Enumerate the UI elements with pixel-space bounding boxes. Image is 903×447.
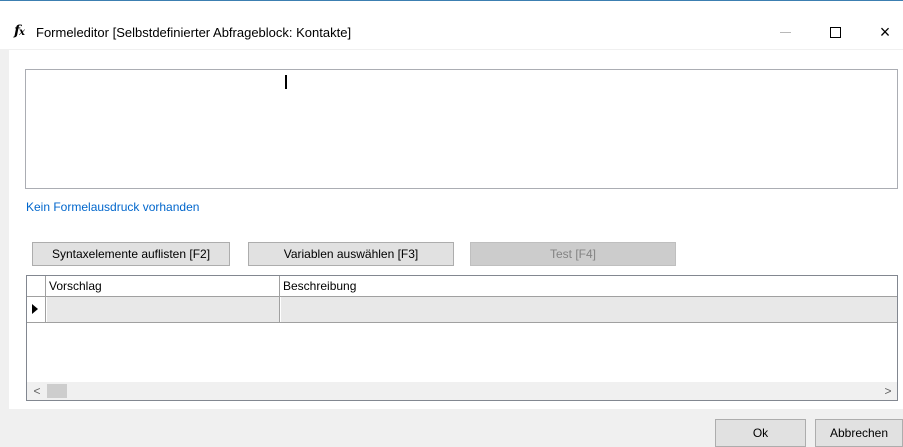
table-row[interactable] xyxy=(27,297,897,323)
ok-button[interactable]: Ok xyxy=(715,419,806,447)
cancel-button[interactable]: Abbrechen xyxy=(815,419,903,447)
test-button: Test [F4] xyxy=(470,242,676,266)
suggestion-grid[interactable]: Vorschlag Beschreibung < > xyxy=(26,275,898,401)
column-header-beschreibung[interactable]: Beschreibung xyxy=(280,276,897,297)
formula-input[interactable] xyxy=(25,69,898,189)
close-icon: × xyxy=(879,21,891,42)
scroll-right-icon[interactable]: > xyxy=(881,383,895,399)
formula-editor-window: fx Formeleditor [Selbstdefinierter Abfra… xyxy=(0,0,903,447)
scroll-thumb[interactable] xyxy=(47,384,67,398)
title-bar: fx Formeleditor [Selbstdefinierter Abfra… xyxy=(0,1,903,49)
status-message: Kein Formelausdruck vorhanden xyxy=(26,200,200,214)
maximize-button[interactable] xyxy=(812,15,858,49)
cell-vorschlag[interactable] xyxy=(47,297,280,322)
close-button[interactable]: × xyxy=(862,15,903,49)
grid-header: Vorschlag Beschreibung xyxy=(27,276,897,297)
list-syntax-elements-button[interactable]: Syntaxelemente auflisten [F2] xyxy=(32,242,230,266)
text-caret xyxy=(285,75,287,89)
maximize-icon xyxy=(829,26,841,38)
select-variables-button[interactable]: Variablen auswählen [F3] xyxy=(248,242,454,266)
horizontal-scrollbar[interactable]: < > xyxy=(27,382,897,400)
cell-beschreibung[interactable] xyxy=(281,297,897,322)
minimize-button[interactable] xyxy=(762,15,808,49)
column-header-vorschlag[interactable]: Vorschlag xyxy=(46,276,280,297)
current-row-arrow-icon xyxy=(32,304,38,314)
fx-formula-icon: fx xyxy=(14,23,25,39)
window-title: Formeleditor [Selbstdefinierter Abfrageb… xyxy=(36,25,352,40)
scroll-left-icon[interactable]: < xyxy=(30,383,44,399)
minimize-icon xyxy=(779,31,791,33)
